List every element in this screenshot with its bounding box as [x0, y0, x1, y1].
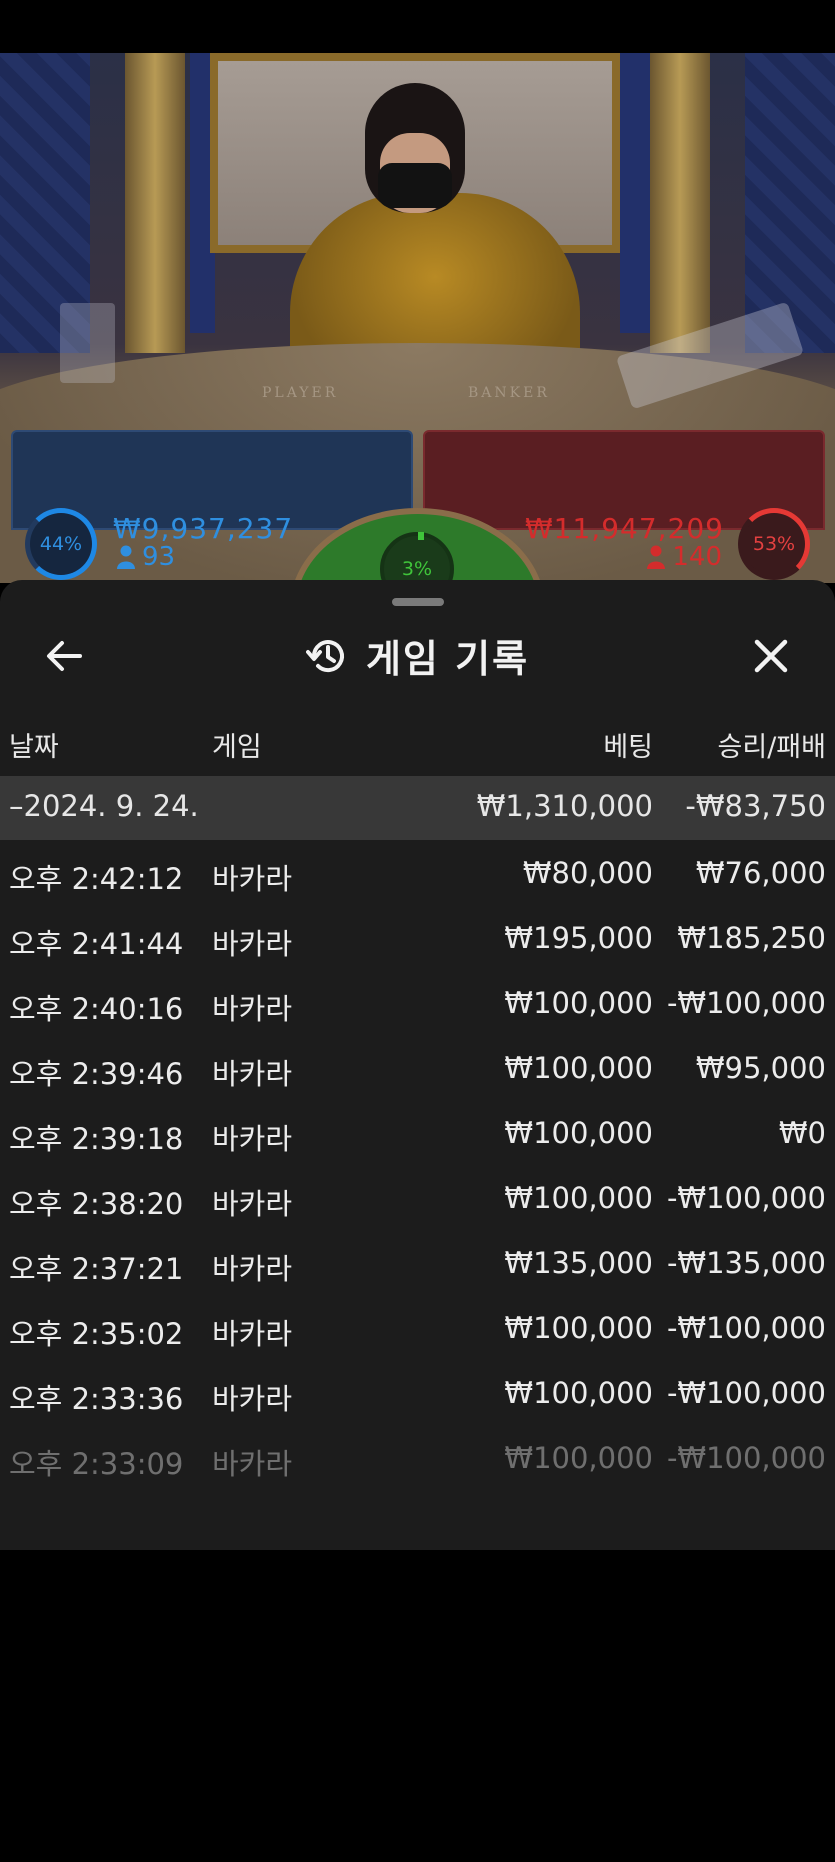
row-bet: ₩100,000	[504, 1311, 653, 1345]
table-label-banker: BANKER	[468, 385, 550, 401]
row-result: ₩95,000	[695, 1051, 826, 1085]
history-row[interactable]: 오후 2:33:36 바카라 ₩100,000 -₩100,000	[0, 1362, 835, 1427]
column-date: 날짜	[9, 732, 59, 763]
banker-bettor-count: 140	[646, 542, 722, 572]
group-date: –2024. 9. 24.	[9, 789, 199, 823]
row-time: 오후 2:42:12	[9, 862, 184, 896]
row-game: 바카라	[212, 862, 293, 896]
tie-percent: 3%	[401, 558, 433, 580]
banker-bet-amount: ₩11,947,209	[524, 512, 724, 545]
row-game: 바카라	[212, 1447, 293, 1481]
history-row[interactable]: 오후 2:39:46 바카라 ₩100,000 ₩95,000	[0, 1037, 835, 1102]
history-row[interactable]: 오후 2:41:44 바카라 ₩195,000 ₩185,250	[0, 907, 835, 972]
player-bettor-count: 93	[116, 542, 175, 572]
close-button[interactable]	[745, 630, 797, 682]
banker-percent-ring: 53%	[738, 508, 810, 580]
row-time: 오후 2:39:46	[9, 1057, 184, 1091]
row-result: -₩100,000	[666, 1376, 826, 1410]
row-game: 바카라	[212, 1382, 293, 1416]
row-bet: ₩100,000	[504, 1441, 653, 1475]
row-bet: ₩80,000	[522, 856, 653, 890]
history-row[interactable]: 오후 2:38:20 바카라 ₩100,000 -₩100,000	[0, 1167, 835, 1232]
close-icon	[754, 639, 788, 673]
dealer-mask	[378, 163, 452, 208]
table-label-player: PLAYER	[262, 385, 339, 401]
history-row[interactable]: 오후 2:39:18 바카라 ₩100,000 ₩0	[0, 1102, 835, 1167]
row-game: 바카라	[212, 992, 293, 1026]
player-percent-ring: 44%	[25, 508, 97, 580]
row-result: -₩100,000	[666, 1441, 826, 1475]
history-icon	[305, 639, 344, 672]
person-icon	[117, 545, 135, 569]
sheet-title: 게임 기록	[365, 637, 530, 681]
history-row[interactable]: 오후 2:42:12 바카라 ₩80,000 ₩76,000	[0, 842, 835, 907]
row-game: 바카라	[212, 1317, 293, 1351]
wall-decoration	[620, 53, 650, 333]
column-result: 승리/패배	[717, 732, 826, 763]
row-result: -₩100,000	[666, 1311, 826, 1345]
pillar	[125, 53, 185, 353]
row-result: ₩76,000	[695, 856, 826, 890]
player-percent: 44%	[39, 533, 83, 555]
row-result: ₩0	[778, 1116, 826, 1150]
player-bet-amount: ₩9,937,237	[113, 512, 294, 545]
history-row[interactable]: 오후 2:37:21 바카라 ₩135,000 -₩135,000	[0, 1232, 835, 1297]
row-result: -₩100,000	[666, 986, 826, 1020]
history-row[interactable]: 오후 2:35:02 바카라 ₩100,000 -₩100,000	[0, 1297, 835, 1362]
group-bet-total: ₩1,310,000	[476, 789, 653, 823]
game-history-sheet: 게임 기록 날짜 게임 베팅 승리/패배 –2024. 9. 24. ₩1,31…	[0, 580, 835, 1550]
sheet-header: 게임 기록	[0, 628, 835, 683]
row-game: 바카라	[212, 1057, 293, 1091]
row-time: 오후 2:40:16	[9, 992, 184, 1026]
history-row[interactable]: 오후 2:40:16 바카라 ₩100,000 -₩100,000	[0, 972, 835, 1037]
row-time: 오후 2:33:09	[9, 1447, 184, 1481]
row-game: 바카라	[212, 1187, 293, 1221]
column-bet: 베팅	[603, 732, 653, 763]
history-row[interactable]: 오후 2:33:09 바카라 ₩100,000 -₩100,000	[0, 1427, 835, 1492]
row-bet: ₩100,000	[504, 1051, 653, 1085]
row-bet: ₩135,000	[504, 1246, 653, 1280]
row-result: -₩135,000	[666, 1246, 826, 1280]
group-result-total: -₩83,750	[685, 789, 826, 823]
row-game: 바카라	[212, 927, 293, 961]
row-result: ₩185,250	[677, 921, 826, 955]
row-time: 오후 2:38:20	[9, 1187, 184, 1221]
row-time: 오후 2:33:36	[9, 1382, 184, 1416]
row-bet: ₩195,000	[504, 921, 653, 955]
row-game: 바카라	[212, 1122, 293, 1156]
row-game: 바카라	[212, 1252, 293, 1286]
row-time: 오후 2:37:21	[9, 1252, 184, 1286]
row-time: 오후 2:35:02	[9, 1317, 184, 1351]
pillar	[650, 53, 710, 353]
row-bet: ₩100,000	[504, 1376, 653, 1410]
date-group-row[interactable]: –2024. 9. 24. ₩1,310,000 -₩83,750	[0, 776, 835, 840]
discard-tray	[60, 303, 115, 383]
row-bet: ₩100,000	[504, 986, 653, 1020]
column-game: 게임	[212, 732, 262, 763]
table-header: 날짜 게임 베팅 승리/패배	[0, 725, 835, 765]
row-bet: ₩100,000	[504, 1116, 653, 1150]
tie-percent-indicator	[418, 532, 424, 540]
wall-decoration	[745, 53, 835, 353]
banker-count-value: 140	[672, 542, 722, 572]
row-time: 오후 2:39:18	[9, 1122, 184, 1156]
player-count-value: 93	[142, 542, 176, 572]
row-time: 오후 2:41:44	[9, 927, 184, 961]
row-bet: ₩100,000	[504, 1181, 653, 1215]
banker-percent: 53%	[752, 533, 796, 555]
drag-handle[interactable]	[392, 598, 444, 606]
person-icon	[647, 545, 666, 569]
history-list: 오후 2:42:12 바카라 ₩80,000 ₩76,000 오후 2:41:4…	[0, 842, 835, 1492]
row-result: -₩100,000	[666, 1181, 826, 1215]
